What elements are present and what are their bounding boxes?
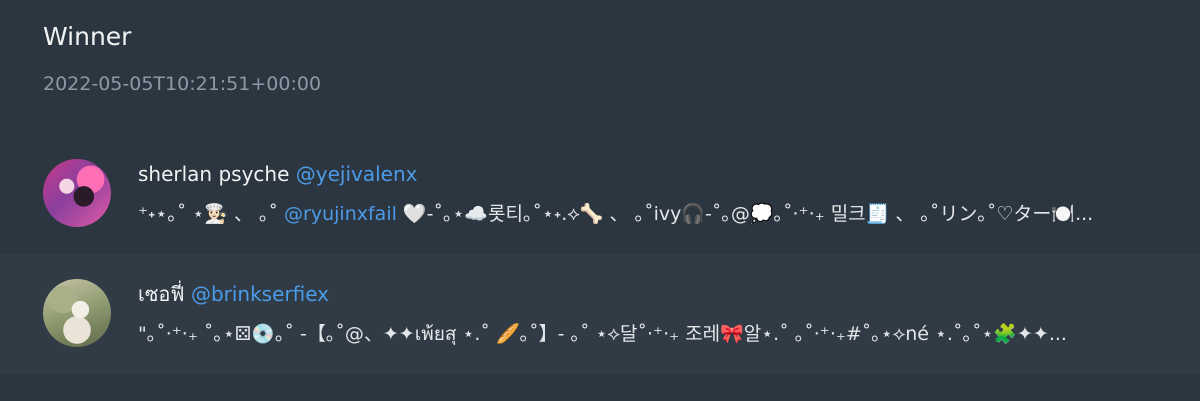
mention-link[interactable]: @ryujinxfail	[284, 203, 397, 225]
user-bio: "｡˚·⁺‧₊ ˚｡⋆⚄💿｡˚ -【｡˚@、✦✦เพ้ยสุ ⋆.˚ 🥖｡˚】-…	[138, 320, 1148, 348]
user-bio: ⁺˖⋆｡˚ ⋆👩🏻‍🍳 、 ｡˚ @ryujinxfail 🤍-˚｡⋆☁️롯티｡…	[138, 200, 1148, 228]
bio-text-after: 🤍-˚｡⋆☁️롯티｡˚⋆˖.⟡🦴 、 ｡˚ivy🎧-˚｡@💭｡˚·⁺‧₊ 밀크🧾…	[396, 203, 1094, 225]
user-handle-link[interactable]: @brinkserfiex	[191, 282, 329, 306]
bio-text-after: "｡˚·⁺‧₊ ˚｡⋆⚄💿｡˚ -【｡˚@、✦✦เพ้ยสุ ⋆.˚ 🥖｡˚】-…	[138, 323, 1067, 345]
avatar[interactable]	[43, 159, 111, 227]
list-item[interactable]: sherlan psyche @yejivalenx ⁺˖⋆｡˚ ⋆👩🏻‍🍳 、…	[0, 134, 1200, 254]
display-name[interactable]: sherlan psyche	[138, 162, 289, 186]
timestamp: 2022-05-05T10:21:51+00:00	[43, 73, 322, 95]
avatar[interactable]	[43, 279, 111, 347]
page: Winner 2022-05-05T10:21:51+00:00 sherlan…	[0, 0, 1200, 401]
list-item[interactable]: เซอฟี่ @brinkserfiex "｡˚·⁺‧₊ ˚｡⋆⚄💿｡˚ -【｡…	[0, 254, 1200, 374]
user-handle-link[interactable]: @yejivalenx	[296, 162, 418, 186]
bio-text-before: ⁺˖⋆｡˚ ⋆👩🏻‍🍳 、 ｡˚	[138, 203, 285, 225]
header: Winner 2022-05-05T10:21:51+00:00	[43, 20, 1180, 97]
user-name-line: เซอฟี่ @brinkserfiex	[138, 280, 329, 308]
page-title: Winner	[43, 22, 132, 51]
user-name-line: sherlan psyche @yejivalenx	[138, 160, 417, 188]
display-name[interactable]: เซอฟี่	[138, 282, 185, 306]
